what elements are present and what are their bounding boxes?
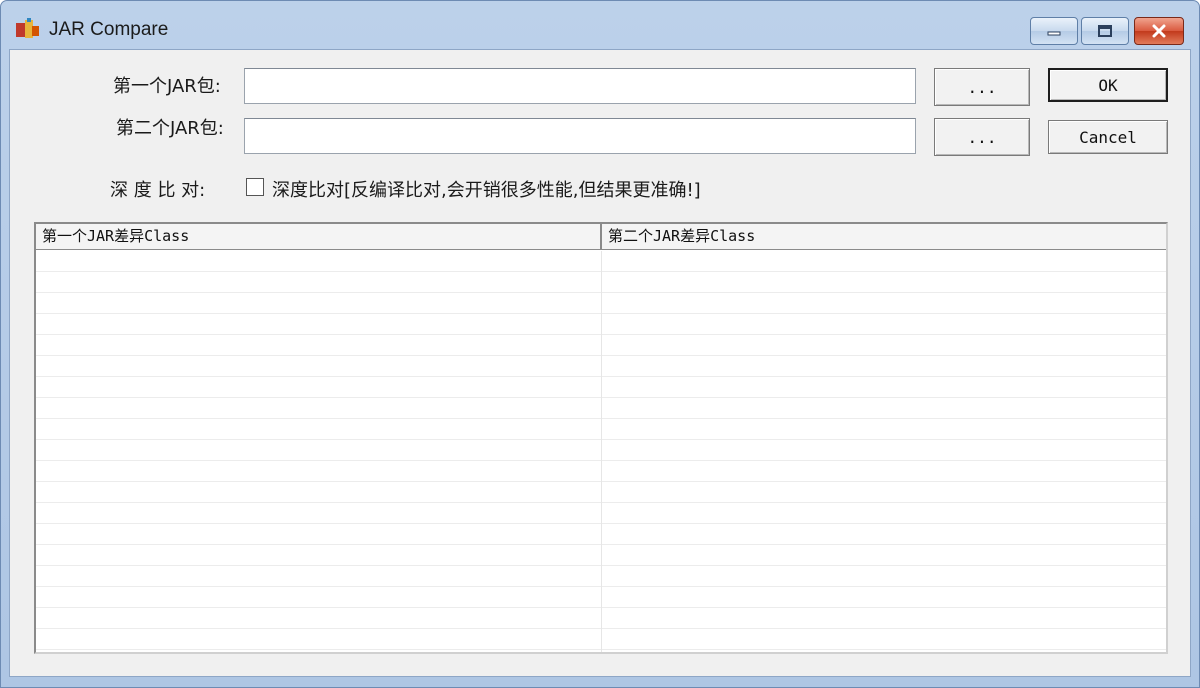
column-header-second-jar[interactable]: 第二个JAR差异Class <box>602 224 1166 250</box>
deep-compare-label: 深 度 比 对: <box>110 180 206 201</box>
maximize-button[interactable] <box>1081 17 1129 45</box>
first-jar-input[interactable] <box>244 68 916 104</box>
deep-compare-checkbox[interactable] <box>246 178 264 196</box>
second-jar-label: 第二个JAR包: <box>116 118 224 139</box>
second-jar-browse-button[interactable]: ... <box>934 118 1030 156</box>
minimize-icon <box>1047 31 1061 36</box>
title-bar[interactable]: JAR Compare <box>1 1 1199 49</box>
bottom-strip <box>10 656 1190 676</box>
list-header: 第一个JAR差异Class 第二个JAR差异Class <box>36 224 1166 250</box>
cancel-button[interactable]: Cancel <box>1048 120 1168 154</box>
first-jar-browse-button[interactable]: ... <box>934 68 1030 106</box>
window-title: JAR Compare <box>49 19 169 40</box>
minimize-button[interactable] <box>1030 17 1078 45</box>
first-jar-label: 第一个JAR包: <box>113 76 221 97</box>
jar-compare-window: JAR Compare 第一个JAR包: ... 第二个JAR包: ... OK… <box>0 0 1200 688</box>
ok-button[interactable]: OK <box>1048 68 1168 102</box>
second-jar-input[interactable] <box>244 118 916 154</box>
list-rows[interactable] <box>36 251 1166 652</box>
jar-app-icon <box>16 18 39 38</box>
close-button[interactable] <box>1134 17 1184 45</box>
close-icon <box>1152 24 1166 38</box>
deep-compare-checkbox-text[interactable]: 深度比对[反编译比对,会开销很多性能,但结果更准确!] <box>272 176 701 202</box>
maximize-icon <box>1098 25 1112 37</box>
column-header-first-jar[interactable]: 第一个JAR差异Class <box>36 224 602 250</box>
dialog-client-area: 第一个JAR包: ... 第二个JAR包: ... OK Cancel 深 度 … <box>9 49 1191 677</box>
diff-class-list[interactable]: 第一个JAR差异Class 第二个JAR差异Class <box>34 222 1168 654</box>
